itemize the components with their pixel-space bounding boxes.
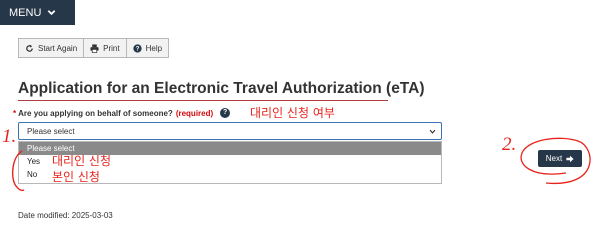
help-button[interactable]: ? Help (125, 38, 170, 58)
annotation-step-two: 2. (502, 134, 517, 155)
page-title: Application for an Electronic Travel Aut… (18, 80, 425, 97)
menu-button[interactable]: MENU (0, 0, 75, 25)
annotation-question-note: 대리인 신청 여부 (250, 106, 335, 120)
start-again-label: Start Again (38, 43, 78, 53)
help-label: Help (145, 43, 163, 53)
print-label: Print (103, 43, 120, 53)
behalf-select[interactable]: Please select (18, 122, 442, 140)
annotation-no-note: 본인 신청 (52, 170, 100, 184)
select-value: Please select (27, 126, 75, 136)
arrow-right-icon (566, 155, 574, 162)
title-divider (18, 100, 388, 101)
question-label: * Are you applying on behalf of someone?… (13, 108, 231, 118)
next-label: Next (545, 154, 563, 163)
required-label: (required) (175, 108, 214, 118)
print-icon (90, 43, 99, 53)
question-text: Are you applying on behalf of someone? (18, 108, 173, 118)
refresh-icon (26, 44, 33, 52)
question-icon: ? (132, 43, 142, 52)
svg-text:?: ? (135, 45, 139, 52)
start-again-button[interactable]: Start Again (18, 38, 85, 58)
print-button[interactable]: Print (83, 38, 127, 58)
chevron-down-icon (429, 129, 436, 134)
date-modified: Date modified: 2025-03-03 (18, 211, 113, 220)
required-marker: * (13, 108, 17, 118)
menu-label: MENU (9, 6, 42, 19)
chevron-down-icon (48, 10, 56, 16)
toolbar: Start Again Print ? Help (18, 38, 170, 58)
next-button[interactable]: Next (538, 150, 582, 167)
annotation-yes-note: 대리인 신청 (52, 154, 112, 168)
question-help-icon[interactable]: ? (220, 108, 231, 118)
annotation-step-one: 1. (2, 126, 17, 147)
